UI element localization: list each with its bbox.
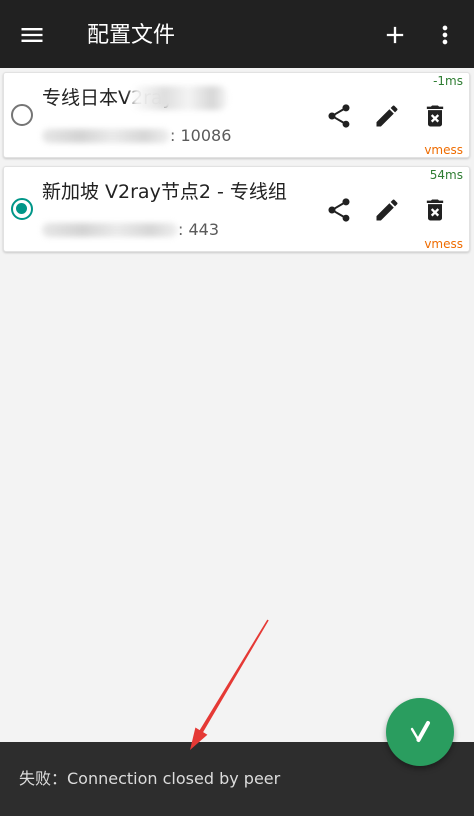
edit-icon[interactable] <box>373 196 401 224</box>
v2ray-logo-icon <box>410 721 430 742</box>
blurred-redaction <box>42 223 178 237</box>
blurred-redaction <box>42 129 170 143</box>
server-select-radio[interactable] <box>11 198 33 220</box>
share-icon[interactable] <box>325 102 353 130</box>
page-title: 配置文件 <box>87 23 176 48</box>
delay-badge: 54ms <box>429 168 463 182</box>
radio-dot <box>16 203 27 214</box>
app-bar: 配置文件 <box>0 0 474 68</box>
server-card[interactable]: 新加坡 V2ray节点2 - 专线组 : 443 54ms vmess <box>3 166 470 252</box>
server-select-radio[interactable] <box>11 104 33 126</box>
connect-fab-button[interactable] <box>386 698 454 766</box>
blurred-redaction <box>131 86 227 110</box>
server-card[interactable]: 专线日本V2ray : 10086 -1ms vmess <box>3 72 470 158</box>
server-port: : 10086 <box>170 126 232 145</box>
more-vert-icon[interactable] <box>431 21 459 49</box>
edit-icon[interactable] <box>373 102 401 130</box>
share-icon[interactable] <box>325 196 353 224</box>
delete-forever-icon[interactable] <box>421 196 449 224</box>
menu-icon[interactable] <box>18 21 46 49</box>
server-address: : 443 <box>42 219 219 241</box>
protocol-label: vmess <box>424 237 463 251</box>
snackbar-message: 失败：Connection closed by peer <box>19 769 281 788</box>
server-address: : 10086 <box>42 125 231 147</box>
delay-badge: -1ms <box>433 74 463 88</box>
server-name: 新加坡 V2ray节点2 - 专线组 <box>42 181 287 203</box>
delete-forever-icon[interactable] <box>421 102 449 130</box>
server-port: : 443 <box>178 220 220 239</box>
add-icon[interactable] <box>381 21 409 49</box>
protocol-label: vmess <box>424 143 463 157</box>
